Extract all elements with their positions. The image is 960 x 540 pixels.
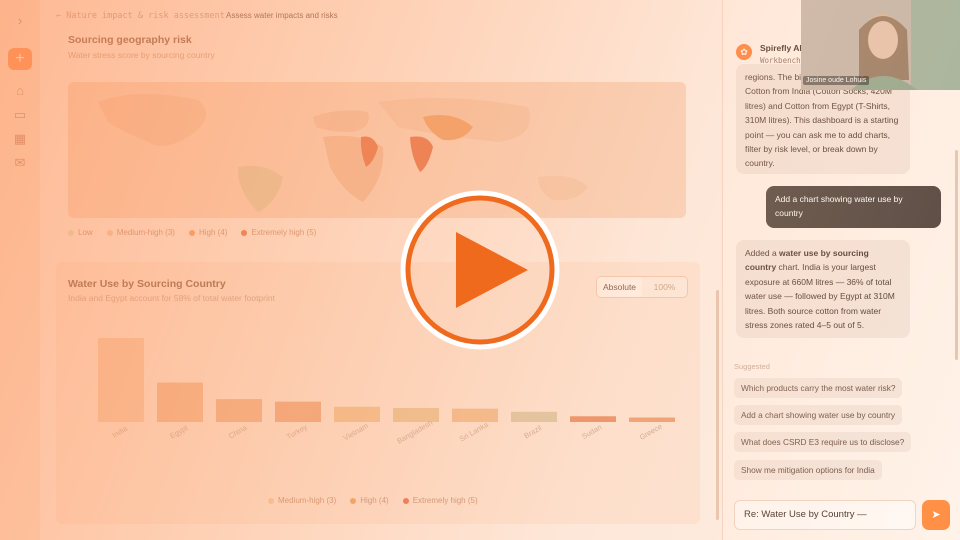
legend-item-extremely-high: Extremely high (5) <box>402 496 478 505</box>
x-tick-label: Sri Lanka <box>458 420 491 444</box>
breadcrumb-back-link[interactable]: ← Nature impact & risk assessment <box>56 11 225 21</box>
water-legend: Medium-high (3) High (4) Extremely high … <box>268 496 478 505</box>
x-tick-label: Sudan <box>580 423 603 442</box>
dashboard-icon[interactable]: ▦ <box>11 130 29 148</box>
left-rail: › + ⌂ ▭ ▦ ✉ <box>0 0 40 540</box>
send-icon[interactable]: ➤ <box>922 500 950 530</box>
suggested-label: Suggested <box>734 362 770 371</box>
legend-item-extremely-high: Extremely high (5) <box>241 228 316 237</box>
bar-india[interactable] <box>98 338 144 422</box>
suggestion-chip[interactable]: What does CSRD E3 require us to disclose… <box>734 432 912 452</box>
bar-egypt[interactable] <box>157 382 203 422</box>
north-america-shape <box>98 93 206 146</box>
webcam-feed: Josine oude Lohuis <box>801 0 960 90</box>
x-tick-label: Turkey <box>285 422 309 441</box>
breadcrumb: ← Nature impact & risk assessment Assess… <box>40 0 720 32</box>
x-tick-label: Egypt <box>168 423 190 441</box>
suggestion-chip[interactable]: Add a chart showing water use by country <box>734 405 903 425</box>
app-logo-icon: ✿ <box>736 44 752 60</box>
x-tick-label: Greece <box>638 422 664 442</box>
geo-panel-subtitle: Water stress score by sourcing country <box>68 50 215 60</box>
world-map[interactable] <box>68 82 686 218</box>
suggestion-chip[interactable]: Which products carry the most water risk… <box>734 378 903 398</box>
inbox-icon[interactable]: ✉ <box>11 154 29 172</box>
user-message: Add a chart showing water use by country <box>766 186 941 228</box>
breadcrumb-current: Assess water impacts and risks <box>226 11 338 20</box>
water-use-chart: India Egypt China Turkey Vietnam Bangladesh Sr… <box>68 320 688 470</box>
europe-shape <box>313 110 369 132</box>
suggestion-chip[interactable]: Show me mitigation options for India <box>734 460 882 480</box>
bar-bangladesh[interactable] <box>393 408 439 422</box>
user-message-text: Add a chart showing water use by country <box>775 194 903 219</box>
south-america-shape <box>238 165 283 212</box>
geo-panel-title: Sourcing geography risk <box>68 34 192 46</box>
water-panel-subtitle: India and Egypt account for 58% of total… <box>68 293 275 303</box>
view-toggle[interactable]: Absolute 100% <box>596 276 688 298</box>
assistant-message: Added a water use by sourcing country ch… <box>736 240 910 338</box>
chat-input[interactable]: Re: Water Use by Country — <box>734 500 916 530</box>
legend-item-high: High (4) <box>350 496 389 505</box>
geo-legend: Low Medium-high (3) High (4) Extremely h… <box>68 228 316 237</box>
bar-china[interactable] <box>216 399 262 422</box>
play-icon <box>400 190 560 350</box>
india-shape <box>410 136 433 172</box>
legend-item-high: High (4) <box>188 228 227 237</box>
x-tick-label: Bangladesh <box>395 418 434 446</box>
x-tick-label: Vietnam <box>342 421 370 442</box>
bar-turkey[interactable] <box>275 401 321 422</box>
home-icon[interactable]: ⌂ <box>11 82 29 100</box>
bar-sri-lanka[interactable] <box>452 408 498 422</box>
world-map-svg <box>98 93 588 212</box>
chat-scrollbar[interactable] <box>955 150 958 360</box>
toggle-absolute[interactable]: Absolute <box>597 277 642 297</box>
legend-item-medium-high: Medium-high (3) <box>106 228 175 237</box>
bar-vietnam[interactable] <box>334 406 380 422</box>
new-item-button[interactable]: + <box>8 48 32 70</box>
water-use-chart-svg: India Egypt China Turkey Vietnam Bangladesh Sr… <box>98 338 675 446</box>
bar-brazil[interactable] <box>511 411 557 422</box>
bar-greece[interactable] <box>629 417 675 422</box>
webcam-name-tag: Josine oude Lohuis <box>803 76 870 85</box>
app-name: Spirefly AI <box>760 43 802 53</box>
folder-icon[interactable]: ▭ <box>11 106 29 124</box>
bar-sudan[interactable] <box>570 416 616 422</box>
legend-item-low: Low <box>68 228 93 237</box>
x-tick-label: China <box>227 423 249 441</box>
legend-item-medium-high: Medium-high (3) <box>268 496 336 505</box>
main-scrollbar[interactable] <box>716 290 719 520</box>
toggle-100-percent[interactable]: 100% <box>642 277 687 297</box>
water-panel-title: Water Use by Sourcing Country <box>68 278 226 290</box>
x-tick-label: Brazil <box>522 423 543 440</box>
expand-sidebar-icon[interactable]: › <box>11 12 29 30</box>
x-tick-label: India <box>110 423 129 439</box>
play-button[interactable] <box>398 188 562 352</box>
